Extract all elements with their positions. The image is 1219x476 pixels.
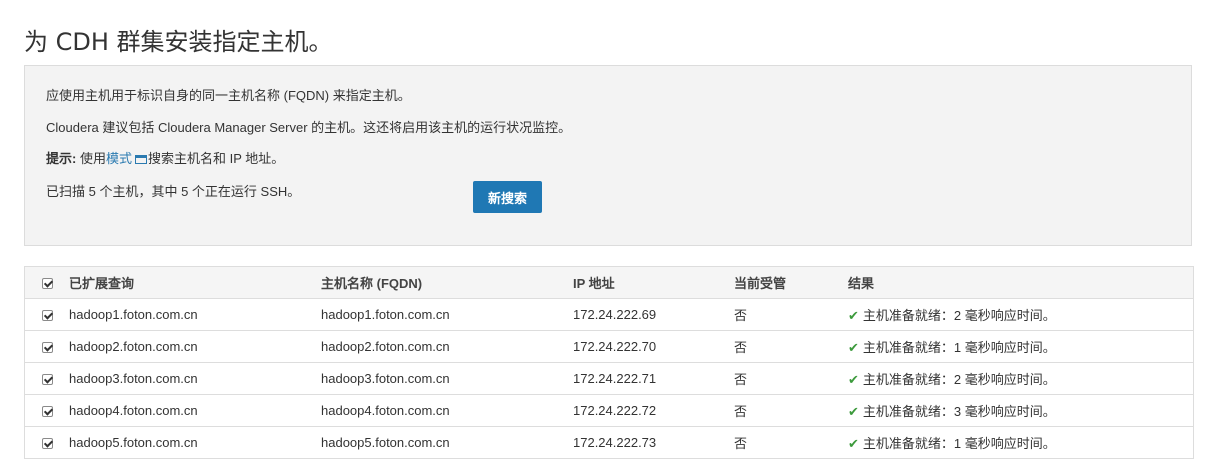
table-row: hadoop3.foton.com.cn hadoop3.foton.com.c… (24, 362, 1194, 395)
check-icon: ✔ (848, 436, 859, 451)
row-checkbox[interactable] (41, 374, 53, 386)
select-all-cell (24, 266, 69, 299)
tip-suffix: 搜索主机名和 IP 地址。 (147, 151, 285, 166)
header-expanded-query[interactable]: 已扩展查询 (69, 266, 321, 299)
cell-managed: 否 (734, 330, 848, 363)
hosts-table: 已扩展查询 主机名称 (FQDN) IP 地址 当前受管 结果 hadoop1.… (24, 266, 1194, 459)
cell-managed: 否 (734, 394, 848, 427)
row-checkbox[interactable] (41, 310, 53, 322)
row-select-cell (24, 330, 69, 363)
cell-query: hadoop2.foton.com.cn (69, 330, 321, 363)
table-row: hadoop5.foton.com.cn hadoop5.foton.com.c… (24, 426, 1194, 459)
select-all-checkbox[interactable] (41, 278, 53, 290)
info-panel: 应使用主机用于标识自身的同一主机名称 (FQDN) 来指定主机。 Clouder… (24, 65, 1192, 246)
cell-query: hadoop3.foton.com.cn (69, 362, 321, 395)
cell-query: hadoop1.foton.com.cn (69, 298, 321, 331)
cell-ip: 172.24.222.71 (573, 362, 734, 395)
result-text: 主机准备就绪：1 毫秒响应时间。 (862, 436, 1056, 451)
cell-query: hadoop5.foton.com.cn (69, 426, 321, 459)
result-text: 主机准备就绪：3 毫秒响应时间。 (862, 404, 1056, 419)
cell-managed: 否 (734, 362, 848, 395)
keyboard-icon (134, 155, 147, 164)
table-header-row: 已扩展查询 主机名称 (FQDN) IP 地址 当前受管 结果 (24, 266, 1194, 299)
cell-hostname: hadoop1.foton.com.cn (321, 298, 573, 331)
cell-ip: 172.24.222.72 (573, 394, 734, 427)
row-checkbox[interactable] (41, 406, 53, 418)
cell-result: ✔ 主机准备就绪：2 毫秒响应时间。 (848, 362, 1194, 395)
header-result[interactable]: 结果 (848, 266, 1194, 299)
tip-prefix: 使用 (76, 151, 106, 166)
cell-hostname: hadoop2.foton.com.cn (321, 330, 573, 363)
result-text: 主机准备就绪：1 毫秒响应时间。 (862, 340, 1056, 355)
instruction-text: 应使用主机用于标识自身的同一主机名称 (FQDN) 来指定主机。 (46, 88, 411, 103)
table-row: hadoop1.foton.com.cn hadoop1.foton.com.c… (24, 298, 1194, 331)
cell-result: ✔ 主机准备就绪：1 毫秒响应时间。 (848, 330, 1194, 363)
pattern-link[interactable]: 模式 (106, 151, 132, 166)
tip-line: 提示: 使用模式 搜索主机名和 IP 地址。 (46, 150, 284, 168)
result-text: 主机准备就绪：2 毫秒响应时间。 (862, 308, 1056, 323)
check-icon: ✔ (848, 372, 859, 387)
scan-status-text: 已扫描 5 个主机，其中 5 个正在运行 SSH。 (46, 184, 301, 199)
row-checkbox[interactable] (41, 342, 53, 354)
cell-result: ✔ 主机准备就绪：3 毫秒响应时间。 (848, 394, 1194, 427)
cell-ip: 172.24.222.70 (573, 330, 734, 363)
row-select-cell (24, 426, 69, 459)
cell-hostname: hadoop3.foton.com.cn (321, 362, 573, 395)
cell-result: ✔ 主机准备就绪：2 毫秒响应时间。 (848, 298, 1194, 331)
cell-ip: 172.24.222.73 (573, 426, 734, 459)
page-title: 为 CDH 群集安装指定主机。 (24, 28, 333, 56)
cell-query: hadoop4.foton.com.cn (69, 394, 321, 427)
cell-hostname: hadoop5.foton.com.cn (321, 426, 573, 459)
cell-hostname: hadoop4.foton.com.cn (321, 394, 573, 427)
row-checkbox[interactable] (41, 438, 53, 450)
cell-ip: 172.24.222.69 (573, 298, 734, 331)
header-hostname[interactable]: 主机名称 (FQDN) (321, 266, 573, 299)
cell-managed: 否 (734, 426, 848, 459)
check-icon: ✔ (848, 308, 859, 323)
result-text: 主机准备就绪：2 毫秒响应时间。 (862, 372, 1056, 387)
table-row: hadoop4.foton.com.cn hadoop4.foton.com.c… (24, 394, 1194, 427)
tip-label: 提示: (46, 151, 77, 166)
table-row: hadoop2.foton.com.cn hadoop2.foton.com.c… (24, 330, 1194, 363)
row-select-cell (24, 394, 69, 427)
header-managed[interactable]: 当前受管 (734, 266, 848, 299)
header-ip[interactable]: IP 地址 (573, 266, 734, 299)
row-select-cell (24, 362, 69, 395)
check-icon: ✔ (848, 340, 859, 355)
cell-result: ✔ 主机准备就绪：1 毫秒响应时间。 (848, 426, 1194, 459)
recommendation-text: Cloudera 建议包括 Cloudera Manager Server 的主… (46, 120, 572, 135)
cell-managed: 否 (734, 298, 848, 331)
row-select-cell (24, 298, 69, 331)
new-search-button[interactable]: 新搜索 (473, 181, 542, 213)
check-icon: ✔ (848, 404, 859, 419)
